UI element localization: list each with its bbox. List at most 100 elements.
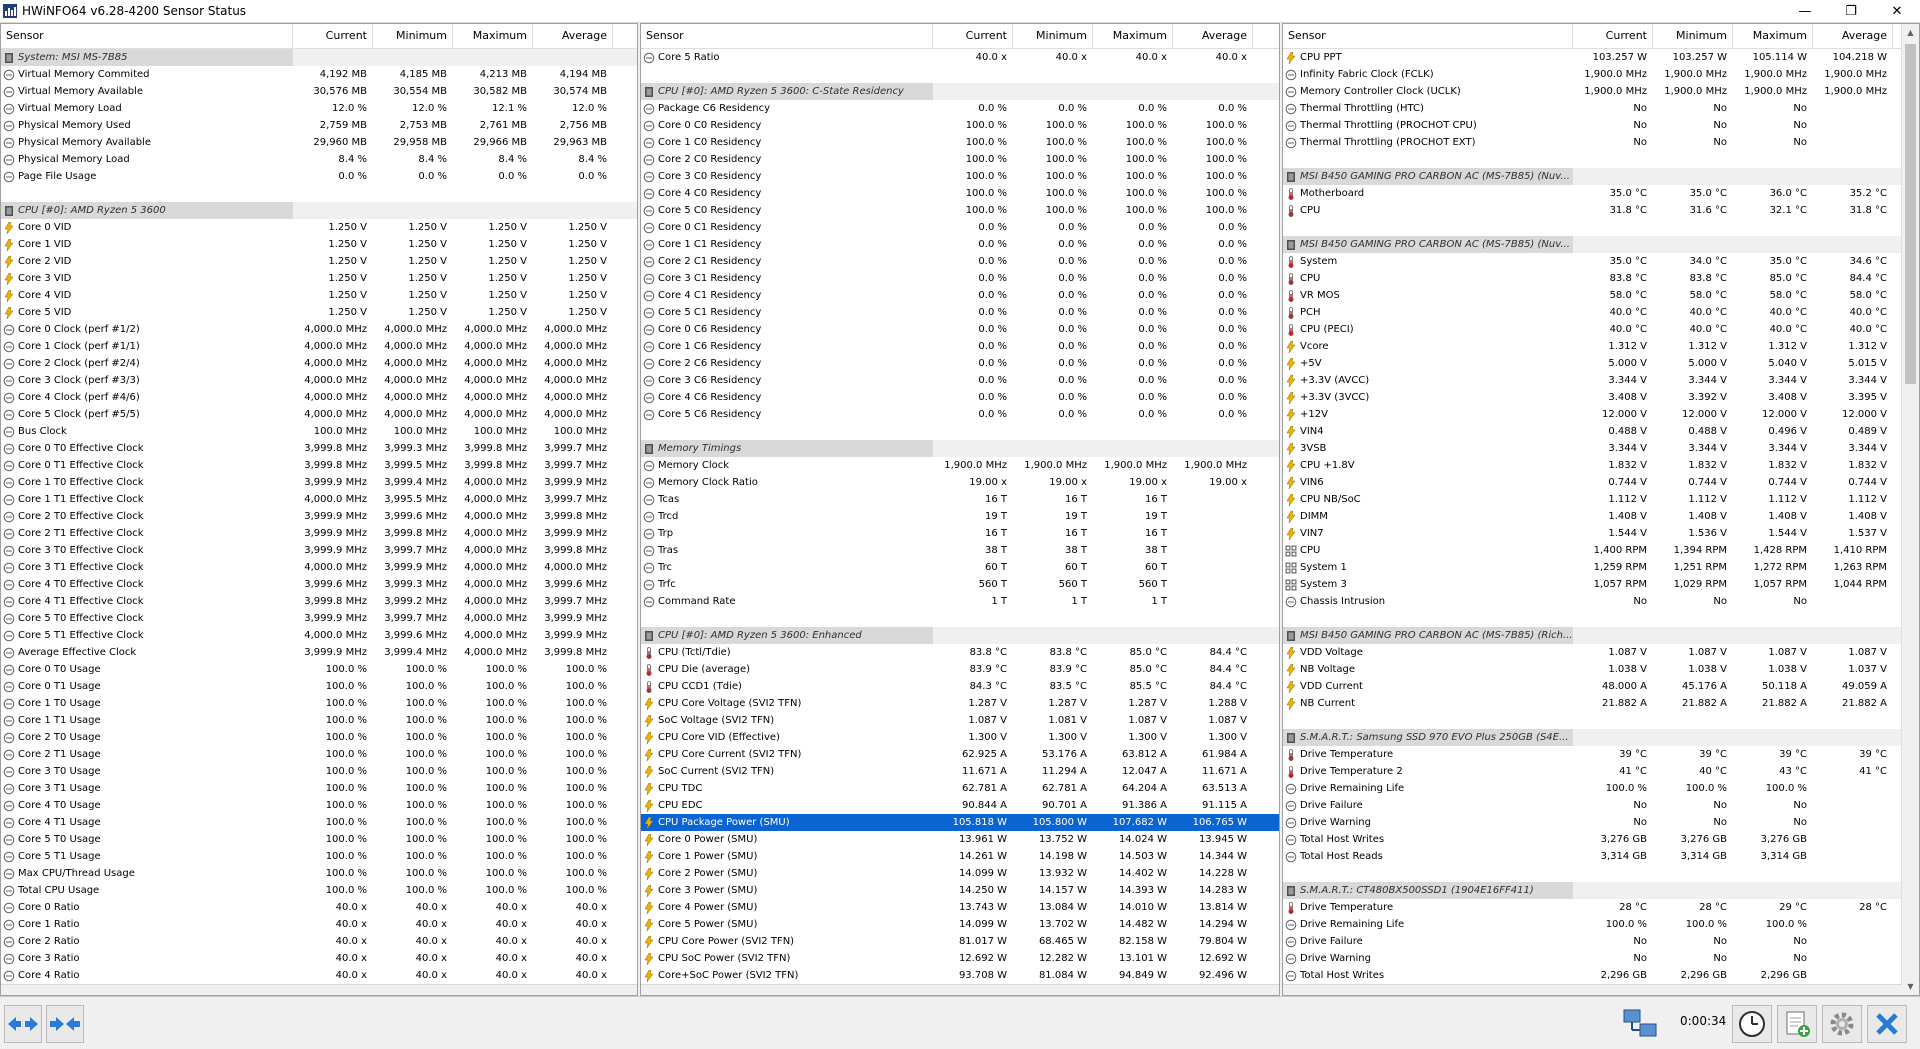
sensor-row[interactable]: Core 3 C1 Residency 0.0 % 0.0 % 0.0 % 0.0 % [641, 270, 1279, 287]
sensor-row[interactable]: Core 1 T1 Effective Clock 4,000.0 MHz 3,99… [1, 491, 637, 508]
sensor-row[interactable]: SoC Voltage (SVI2 TFN) 1.087 V 1.081 V 1.08… [641, 712, 1279, 729]
sensor-row[interactable]: Core 4 T0 Usage 100.0 % 100.0 % 100.0 % 100.… [1, 797, 637, 814]
sensor-row[interactable]: Core 2 Ratio 40.0 x 40.0 x 40.0 x 40.0 x [1, 933, 637, 950]
sensor-row[interactable]: Core 3 VID 1.250 V 1.250 V 1.250 V 1.250 V [1, 270, 637, 287]
sensor-row[interactable]: Thermal Throttling (PROCHOT CPU) No No No [1283, 117, 1919, 134]
sensor-row[interactable]: +3.3V (3VCC) 3.408 V 3.392 V 3.408 V 3.395 V [1283, 389, 1919, 406]
sensor-row[interactable]: CPU CCD1 (Tdie) 84.3 °C 83.5 °C 85.5 °C 84.4… [641, 678, 1279, 695]
sensor-row[interactable]: VIN7 1.544 V 1.536 V 1.544 V 1.537 V [1283, 525, 1919, 542]
sensor-row[interactable]: +3.3V (AVCC) 3.344 V 3.344 V 3.344 V 3.344 V [1283, 372, 1919, 389]
col-header-maximum[interactable]: Maximum [1093, 24, 1173, 48]
sensor-row[interactable]: Core 4 T1 Usage 100.0 % 100.0 % 100.0 % 100.… [1, 814, 637, 831]
sensor-row[interactable]: Drive Warning No No No [1283, 950, 1919, 967]
sensor-group-header[interactable]: S.M.A.R.T.: Samsung SSD 970 EVO Plus 250… [1283, 729, 1919, 746]
sensor-row[interactable]: Core 5 T1 Effective Clock 4,000.0 MHz 3,99… [1, 627, 637, 644]
logging-button[interactable] [1777, 1005, 1817, 1043]
exit-button[interactable] [1867, 1005, 1907, 1043]
sensor-row[interactable]: Core 3 T0 Usage 100.0 % 100.0 % 100.0 % 100.… [1, 763, 637, 780]
sensor-row[interactable]: Drive Warning No No No [1283, 814, 1919, 831]
sensor-row[interactable]: CPU Die (average) 83.9 °C 83.9 °C 85.0 °C 84… [641, 661, 1279, 678]
expand-columns-button[interactable] [4, 1005, 42, 1043]
sensor-row[interactable]: Core 0 T0 Usage 100.0 % 100.0 % 100.0 % 100.… [1, 661, 637, 678]
sensor-row[interactable]: Physical Memory Load 8.4 % 8.4 % 8.4 % 8.4 % [1, 151, 637, 168]
minimize-button[interactable]: — [1782, 0, 1828, 22]
col-header-sensor[interactable]: Sensor [1, 24, 293, 48]
sensor-row[interactable]: Trfc 560 T 560 T 560 T [641, 576, 1279, 593]
col-header-average[interactable]: Average [1173, 24, 1253, 48]
sensor-row[interactable]: Core 0 T0 Effective Clock 3,999.8 MHz 3,99… [1, 440, 637, 457]
sensor-row[interactable]: CPU Core Voltage (SVI2 TFN) 1.287 V 1.287 … [641, 695, 1279, 712]
sensor-row[interactable]: Command Rate 1 T 1 T 1 T [641, 593, 1279, 610]
collapse-columns-button[interactable] [46, 1005, 84, 1043]
sensor-row[interactable]: CPU +1.8V 1.832 V 1.832 V 1.832 V 1.832 V [1283, 457, 1919, 474]
sensor-row[interactable]: NB Current 21.882 A 21.882 A 21.882 A 21.882… [1283, 695, 1919, 712]
sensor-row[interactable]: Core 4 T1 Effective Clock 3,999.8 MHz 3,99… [1, 593, 637, 610]
sensor-row[interactable]: Core 4 C1 Residency 0.0 % 0.0 % 0.0 % 0.0 % [641, 287, 1279, 304]
sensor-row[interactable]: Core 5 Ratio 40.0 x 40.0 x 40.0 x 40.0 x [641, 49, 1279, 66]
sensor-row[interactable]: Virtual Memory Load 12.0 % 12.0 % 12.1 % 12.… [1, 100, 637, 117]
sensor-group-header[interactable]: CPU [#0]: AMD Ryzen 5 3600: C-State Resi… [641, 83, 1279, 100]
sensor-row[interactable]: CPU TDC 62.781 A 62.781 A 64.204 A 63.513 A [641, 780, 1279, 797]
sensor-row[interactable]: Drive Temperature 28 °C 28 °C 29 °C 28 °C [1283, 899, 1919, 916]
sensor-row[interactable]: SoC Current (SVI2 TFN) 11.671 A 11.294 A 12… [641, 763, 1279, 780]
sensor-row[interactable]: Physical Memory Available 29,960 MB 29,958… [1, 134, 637, 151]
sensor-group-header[interactable]: MSI B450 GAMING PRO CARBON AC (MS-7B85) … [1283, 168, 1919, 185]
sensor-row[interactable]: Drive Remaining Life 100.0 % 100.0 % 100.0 … [1283, 916, 1919, 933]
col-header-sensor[interactable]: Sensor [1283, 24, 1573, 48]
sensor-row[interactable]: Physical Memory Used 2,759 MB 2,753 MB 2,76… [1, 117, 637, 134]
sensor-row[interactable]: Core 1 T0 Effective Clock 3,999.9 MHz 3,99… [1, 474, 637, 491]
sensor-row[interactable]: CPU Core Power (SVI2 TFN) 81.017 W 68.465 … [641, 933, 1279, 950]
sensor-row[interactable]: Core 1 VID 1.250 V 1.250 V 1.250 V 1.250 V [1, 236, 637, 253]
sensor-row[interactable]: Core 5 C0 Residency 100.0 % 100.0 % 100.0 %… [641, 202, 1279, 219]
sensor-row[interactable]: Trcd 19 T 19 T 19 T [641, 508, 1279, 525]
sensor-row[interactable]: Drive Temperature 2 41 °C 40 °C 43 °C 41 °C [1283, 763, 1919, 780]
sensor-row[interactable]: Core 3 C0 Residency 100.0 % 100.0 % 100.0 %… [641, 168, 1279, 185]
col-header-average[interactable]: Average [533, 24, 613, 48]
sensor-row[interactable]: CPU (PECI) 40.0 °C 40.0 °C 40.0 °C 40.0 °C [1283, 321, 1919, 338]
col-header-minimum[interactable]: Minimum [373, 24, 453, 48]
col-header-maximum[interactable]: Maximum [1733, 24, 1813, 48]
sensor-row[interactable]: Core 1 C0 Residency 100.0 % 100.0 % 100.0 %… [641, 134, 1279, 151]
sensor-row[interactable]: Core 5 Clock (perf #5/5) 4,000.0 MHz 4,000… [1, 406, 637, 423]
sensor-row[interactable]: Core 2 Power (SMU) 14.099 W 13.932 W 14.402… [641, 865, 1279, 882]
sensor-group-header[interactable]: CPU [#0]: AMD Ryzen 5 3600: Enhanced [641, 627, 1279, 644]
sensor-row-selected[interactable]: CPU Package Power (SMU) 105.818 W 105.800 … [641, 814, 1279, 831]
sensor-row[interactable]: Memory Clock 1,900.0 MHz 1,900.0 MHz 1,900.… [641, 457, 1279, 474]
sensor-row[interactable]: Core 4 Ratio 40.0 x 40.0 x 40.0 x 40.0 x [1, 967, 637, 984]
sensor-row[interactable]: VDD Voltage 1.087 V 1.087 V 1.087 V 1.087 V [1283, 644, 1919, 661]
sensor-panel-3[interactable]: Sensor Current Minimum Maximum Average C… [1282, 23, 1920, 996]
sensor-row[interactable]: Core 2 VID 1.250 V 1.250 V 1.250 V 1.250 V [1, 253, 637, 270]
sensor-row[interactable]: Core 3 T0 Effective Clock 3,999.9 MHz 3,99… [1, 542, 637, 559]
sensor-row[interactable]: Core 0 T1 Usage 100.0 % 100.0 % 100.0 % 100.… [1, 678, 637, 695]
sensor-row[interactable]: Core 4 C6 Residency 0.0 % 0.0 % 0.0 % 0.0 % [641, 389, 1279, 406]
sensor-row[interactable]: Infinity Fabric Clock (FCLK) 1,900.0 MHz 1… [1283, 66, 1919, 83]
sensor-row[interactable]: Vcore 1.312 V 1.312 V 1.312 V 1.312 V [1283, 338, 1919, 355]
sensor-row[interactable]: CPU SoC Power (SVI2 TFN) 12.692 W 12.282 W… [641, 950, 1279, 967]
sensor-row[interactable]: Thermal Throttling (PROCHOT EXT) No No No [1283, 134, 1919, 151]
sensor-group-header[interactable]: S.M.A.R.T.: CT480BX500SSD1 (1904E16FF411… [1283, 882, 1919, 899]
col-header-average[interactable]: Average [1813, 24, 1893, 48]
sensor-row[interactable]: Drive Temperature 39 °C 39 °C 39 °C 39 °C [1283, 746, 1919, 763]
sensor-row[interactable]: Core 2 C0 Residency 100.0 % 100.0 % 100.0 %… [641, 151, 1279, 168]
sensor-row[interactable]: Core 3 T1 Usage 100.0 % 100.0 % 100.0 % 100.… [1, 780, 637, 797]
sensor-row[interactable]: Total CPU Usage 100.0 % 100.0 % 100.0 % 100.… [1, 882, 637, 899]
sensor-row[interactable]: Core 5 VID 1.250 V 1.250 V 1.250 V 1.250 V [1, 304, 637, 321]
col-header-sensor[interactable]: Sensor [641, 24, 933, 48]
sensor-row[interactable]: CPU 83.8 °C 83.8 °C 85.0 °C 84.4 °C [1283, 270, 1919, 287]
sensor-row[interactable]: Core 2 C6 Residency 0.0 % 0.0 % 0.0 % 0.0 % [641, 355, 1279, 372]
sensor-row[interactable]: Core 2 T1 Effective Clock 3,999.9 MHz 3,99… [1, 525, 637, 542]
scroll-thumb[interactable] [1905, 44, 1916, 384]
sensor-row[interactable]: Trp 16 T 16 T 16 T [641, 525, 1279, 542]
sensor-row[interactable]: Core 0 C0 Residency 100.0 % 100.0 % 100.0 %… [641, 117, 1279, 134]
sensor-row[interactable]: Core 4 VID 1.250 V 1.250 V 1.250 V 1.250 V [1, 287, 637, 304]
sensor-row[interactable]: Core 5 T0 Usage 100.0 % 100.0 % 100.0 % 100.… [1, 831, 637, 848]
sensor-row[interactable]: NB Voltage 1.038 V 1.038 V 1.038 V 1.037 V [1283, 661, 1919, 678]
col-header-current[interactable]: Current [1573, 24, 1653, 48]
sensor-row[interactable]: Bus Clock 100.0 MHz 100.0 MHz 100.0 MHz 100.… [1, 423, 637, 440]
sensor-group-header[interactable]: MSI B450 GAMING PRO CARBON AC (MS-7B85) … [1283, 627, 1919, 644]
sensor-row[interactable]: Core 2 C1 Residency 0.0 % 0.0 % 0.0 % 0.0 % [641, 253, 1279, 270]
sensor-row[interactable]: CPU EDC 90.844 A 90.701 A 91.386 A 91.115 A [641, 797, 1279, 814]
scroll-up-icon[interactable]: ▲ [1902, 24, 1919, 41]
sensor-row[interactable]: Core 2 T1 Usage 100.0 % 100.0 % 100.0 % 100.… [1, 746, 637, 763]
sensor-row[interactable]: Core 4 Clock (perf #4/6) 4,000.0 MHz 4,000… [1, 389, 637, 406]
